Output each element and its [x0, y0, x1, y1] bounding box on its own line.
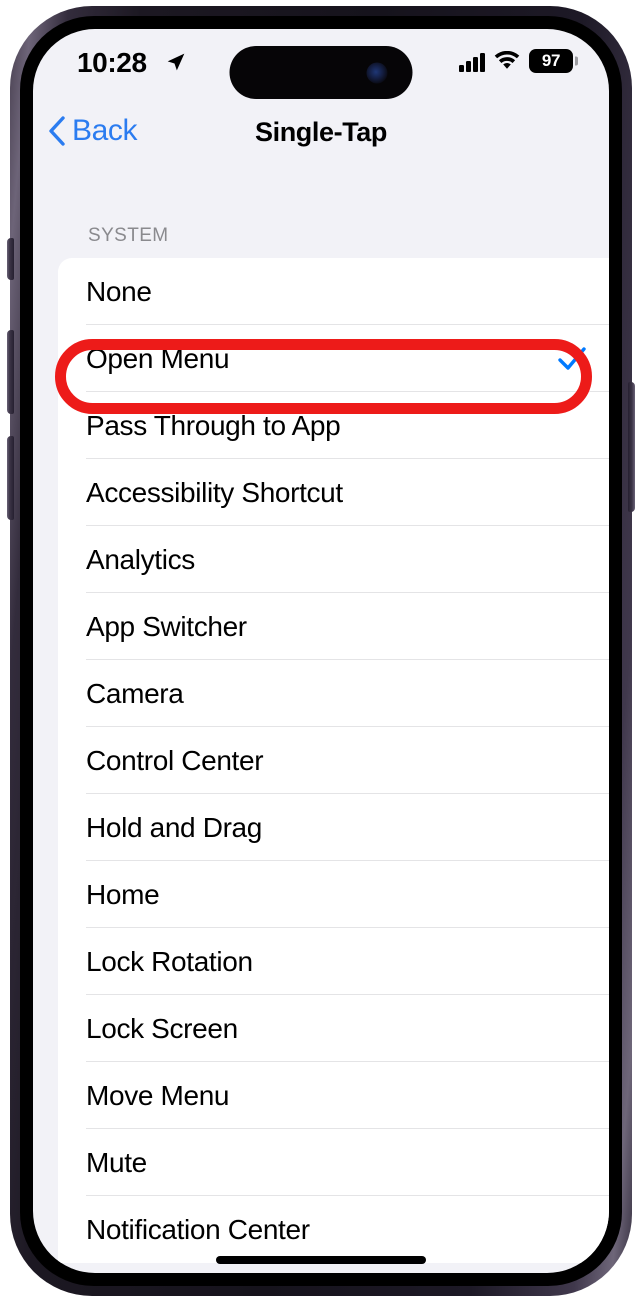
list-item-label: Pass Through to App — [86, 409, 341, 441]
list-item-label: Mute — [86, 1146, 147, 1178]
list-item[interactable]: Camera — [58, 660, 609, 727]
list-item-label: None — [86, 275, 152, 307]
ring-silent-switch[interactable] — [7, 238, 14, 280]
cellular-signal-icon — [459, 51, 485, 72]
status-bar: 10:28 97 — [33, 29, 609, 103]
options-list: None Open Menu Pass Through to App Accessib… — [58, 258, 609, 1263]
page-title: Single-Tap — [254, 117, 387, 147]
list-item[interactable]: None — [58, 258, 609, 325]
list-item[interactable]: Analytics — [58, 526, 609, 593]
list-item[interactable]: Open Menu — [58, 325, 609, 392]
location-arrow-icon — [167, 53, 185, 71]
checkmark-icon — [558, 346, 586, 370]
list-item-label: Lock Rotation — [86, 945, 253, 977]
front-camera-icon — [366, 62, 388, 83]
list-item-label: Lock Screen — [86, 1012, 238, 1044]
list-item[interactable]: Mute — [58, 1129, 609, 1196]
list-item-label: Control Center — [86, 744, 264, 776]
volume-up-button[interactable] — [7, 330, 14, 414]
list-item[interactable]: Lock Rotation — [58, 928, 609, 995]
power-button[interactable] — [628, 382, 635, 512]
list-item[interactable]: Lock Screen — [58, 995, 609, 1062]
list-item-label: Analytics — [86, 543, 195, 575]
list-item[interactable]: Accessibility Shortcut — [58, 459, 609, 526]
dynamic-island — [229, 46, 413, 99]
list-item[interactable]: Control Center — [58, 727, 609, 794]
list-item-label: Notification Center — [86, 1213, 310, 1245]
list-item-label: Move Menu — [86, 1079, 230, 1111]
list-item-label: Open Menu — [86, 342, 230, 374]
list-item[interactable]: App Switcher — [58, 593, 609, 660]
list-item-label: Home — [86, 878, 160, 910]
list-item-label: Hold and Drag — [86, 811, 263, 843]
list-item-label: Accessibility Shortcut — [86, 476, 343, 508]
status-time: 10:28 — [77, 47, 147, 78]
list-item-label: Camera — [86, 677, 184, 709]
section-header: SYSTEM — [88, 225, 169, 246]
navigation-bar: Back Single-Tap — [33, 103, 609, 159]
home-indicator[interactable] — [216, 1256, 426, 1264]
list-item-label: App Switcher — [86, 610, 247, 642]
list-item[interactable]: Pass Through to App — [58, 392, 609, 459]
battery-icon: 97 — [529, 49, 573, 73]
phone-screen: 10:28 97 Back Single-Tap SYSTEM None Ope… — [33, 29, 609, 1273]
list-item[interactable]: Move Menu — [58, 1062, 609, 1129]
status-indicators: 97 — [459, 49, 573, 73]
volume-down-button[interactable] — [7, 436, 14, 520]
battery-level: 97 — [541, 51, 561, 70]
list-item[interactable]: Notification Center — [58, 1196, 609, 1263]
list-item[interactable]: Home — [58, 861, 609, 928]
wifi-icon — [494, 51, 520, 69]
list-item[interactable]: Hold and Drag — [58, 794, 609, 861]
